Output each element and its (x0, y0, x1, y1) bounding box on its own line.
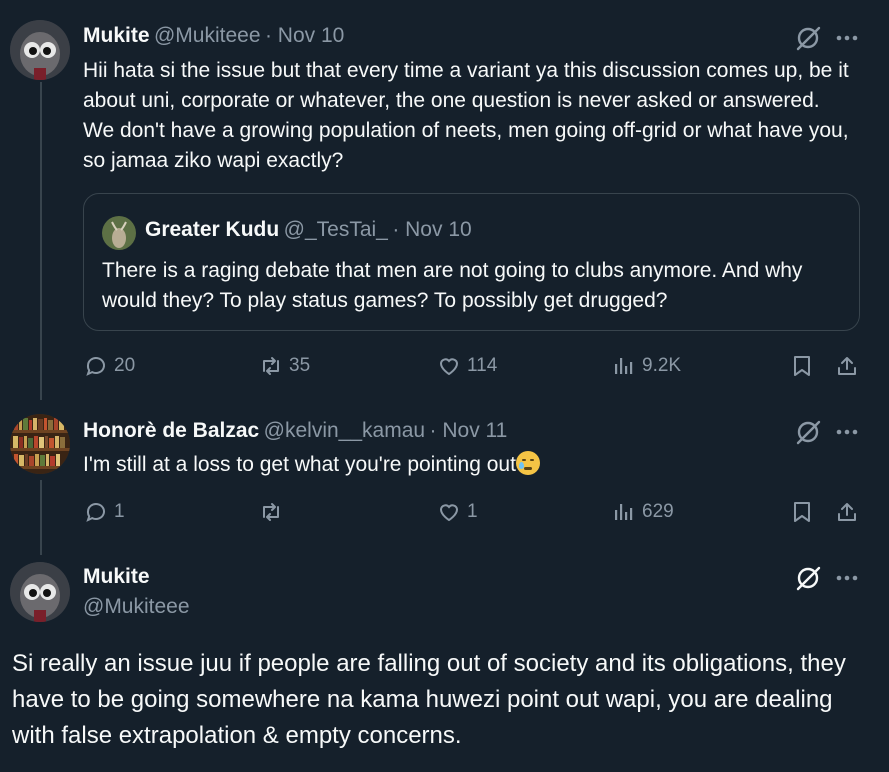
more-icon[interactable] (835, 422, 859, 447)
grok-icon[interactable] (794, 418, 822, 451)
reply-button[interactable]: 1 (84, 500, 125, 524)
display-name[interactable]: Honorè de Balzac (83, 419, 259, 442)
share-icon[interactable] (835, 354, 859, 383)
views-button[interactable]: 9.2K (612, 354, 681, 378)
bookmark-icon[interactable] (790, 354, 814, 383)
heart-icon (439, 358, 459, 376)
grok-icon[interactable] (794, 24, 822, 57)
views-count: 9.2K (642, 355, 682, 376)
share-icon[interactable] (835, 500, 859, 529)
repost-count: 35 (289, 355, 311, 376)
quote-text: There is a raging debate that men are no… (102, 259, 803, 312)
avatar-image (10, 414, 70, 474)
like-count: 114 (467, 355, 498, 376)
like-button[interactable]: 1 (437, 500, 478, 524)
display-name[interactable]: Mukite (83, 565, 150, 589)
avatar-image (10, 20, 70, 80)
more-icon[interactable] (835, 568, 859, 593)
crying-face-icon (515, 451, 540, 475)
timestamp[interactable]: · Nov 10 (265, 24, 344, 47)
reply-count: 20 (114, 355, 136, 376)
handle[interactable]: @Mukiteee (83, 595, 190, 619)
handle[interactable]: @kelvin__kamau (264, 419, 425, 442)
views-button[interactable]: 629 (612, 500, 674, 524)
reply-icon (86, 503, 105, 522)
avatar-mukite[interactable] (10, 20, 70, 80)
more-icon[interactable] (835, 28, 859, 53)
display-name[interactable]: Mukite (83, 24, 150, 47)
repost-button[interactable] (259, 500, 289, 524)
handle[interactable]: @Mukiteee (154, 24, 261, 47)
heart-icon (439, 504, 459, 522)
like-button[interactable]: 114 (437, 354, 497, 378)
timestamp[interactable]: · Nov 11 (430, 419, 508, 442)
views-icon (615, 504, 633, 520)
tweet-text: Si really an issue juu if people are fal… (12, 650, 846, 749)
tweet-text: Hii hata si the issue but that every tim… (83, 59, 849, 172)
repost-icon (263, 503, 279, 521)
reply-count: 1 (114, 501, 125, 522)
avatar-mukite[interactable] (10, 562, 70, 622)
reply-button[interactable]: 20 (84, 354, 135, 378)
bookmark-icon[interactable] (790, 500, 814, 529)
quote-display-name: Greater Kudu (145, 218, 280, 241)
quote-timestamp: · Nov 10 (392, 218, 472, 241)
quote-avatar (102, 216, 136, 250)
views-count: 629 (642, 501, 674, 522)
thread-line (40, 480, 42, 555)
repost-button[interactable]: 35 (259, 354, 310, 378)
avatar-image (10, 562, 70, 622)
grok-icon[interactable] (794, 564, 822, 597)
avatar-honore[interactable] (10, 414, 70, 474)
views-icon (615, 358, 633, 374)
like-count: 1 (467, 501, 478, 522)
repost-icon (263, 357, 279, 375)
quoted-tweet[interactable]: Greater Kudu @_TesTai_ · Nov 10 There is… (83, 193, 860, 331)
tweet-text: I'm still at a loss to get what you're p… (83, 453, 516, 476)
thread-line (40, 82, 42, 400)
quote-handle: @_TesTai_ (283, 218, 388, 241)
reply-icon (86, 357, 105, 376)
